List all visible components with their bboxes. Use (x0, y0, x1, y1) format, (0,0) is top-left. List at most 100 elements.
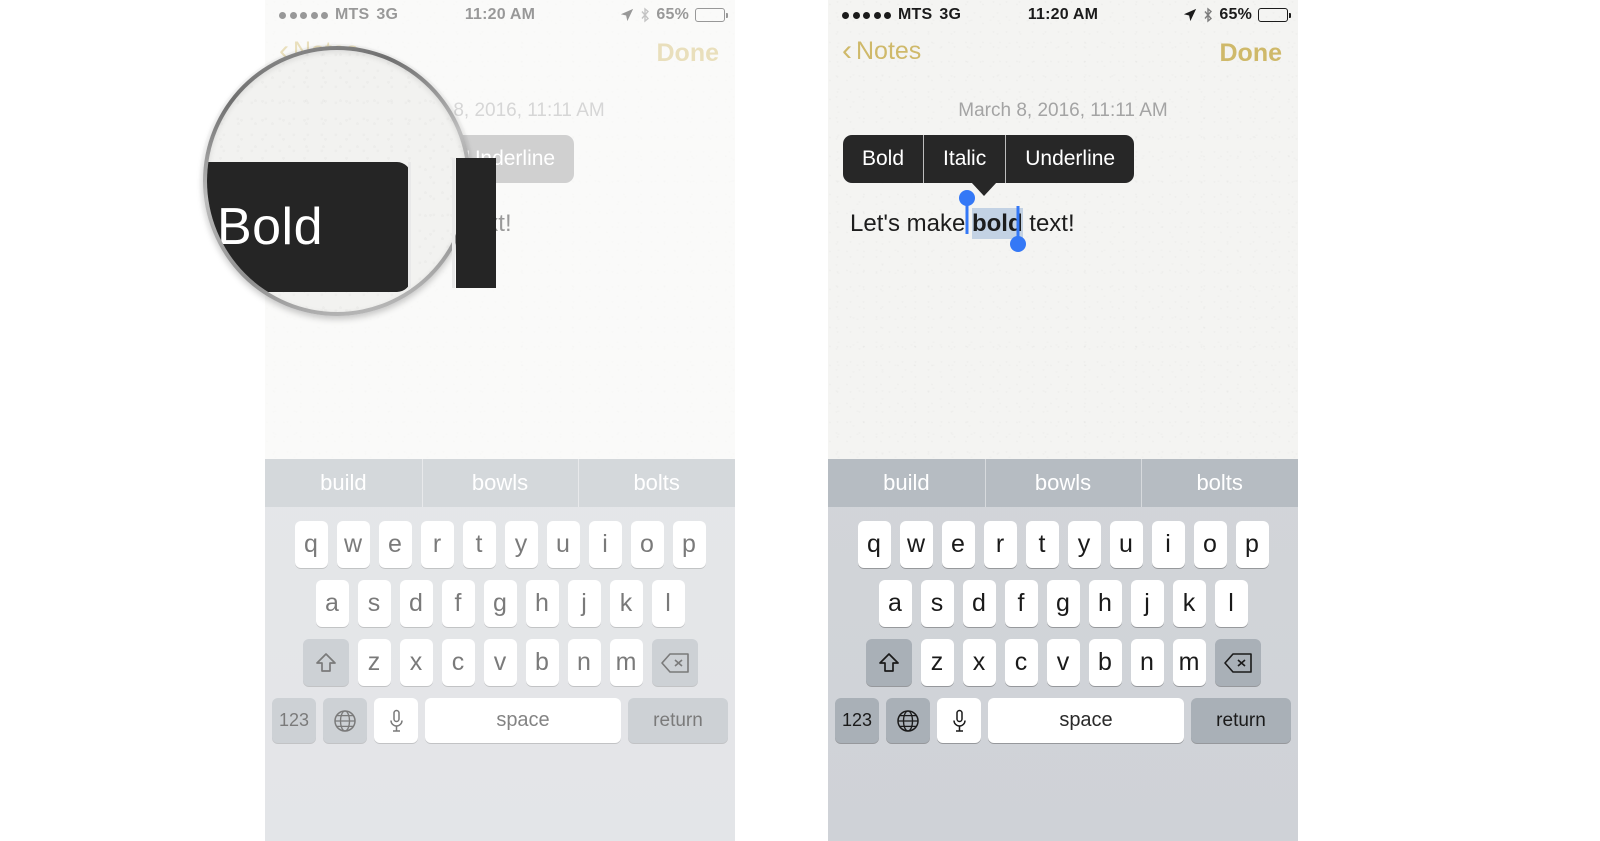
note-body-right[interactable]: Let's make bold text! (850, 208, 1075, 239)
key-row-3: z x c v b n m (828, 639, 1298, 686)
key-i[interactable]: i (1151, 521, 1185, 568)
key-a[interactable]: a (878, 580, 912, 627)
key-g[interactable]: g (1046, 580, 1080, 627)
key-b[interactable]: b (1088, 639, 1122, 686)
done-button[interactable]: Done (657, 39, 720, 68)
key-d-left[interactable]: d (399, 580, 433, 627)
key-l[interactable]: l (1214, 580, 1248, 627)
battery-percent-label: 65% (656, 6, 689, 23)
key-w-left[interactable]: w (336, 521, 370, 568)
key-m-left[interactable]: m (609, 639, 643, 686)
loupe-viewport: Bold (207, 50, 467, 312)
return-key-left[interactable]: return (628, 698, 728, 743)
prediction-2-left[interactable]: bolts (578, 459, 735, 507)
key-l-left[interactable]: l (651, 580, 685, 627)
key-f[interactable]: f (1004, 580, 1038, 627)
key-row-4-left: 123 space return (265, 698, 735, 743)
key-p-left[interactable]: p (672, 521, 706, 568)
key-x[interactable]: x (962, 639, 996, 686)
key-y[interactable]: y (1067, 521, 1101, 568)
key-r-left[interactable]: r (420, 521, 454, 568)
key-i-left[interactable]: i (588, 521, 622, 568)
format-popup-inner-right: Bold Italic Underline (843, 135, 1135, 183)
screenshot-stage: MTS 3G 11:20 AM 65% ‹ Notes (0, 0, 1600, 841)
keyboard-right[interactable]: build bowls bolts q w e r t y u i o p a … (828, 459, 1298, 841)
back-button-label: Notes (856, 37, 922, 65)
key-t-left[interactable]: t (462, 521, 496, 568)
shift-key[interactable] (865, 639, 912, 686)
key-r[interactable]: r (983, 521, 1017, 568)
prediction-0[interactable]: build (828, 459, 985, 507)
menu-item-italic[interactable]: Italic (923, 135, 1005, 183)
menu-item-bold[interactable]: Bold (843, 135, 923, 183)
key-q-left[interactable]: q (294, 521, 328, 568)
key-v[interactable]: v (1046, 639, 1080, 686)
back-to-notes-button[interactable]: ‹ Notes (842, 33, 922, 67)
space-key[interactable]: space (988, 698, 1184, 743)
key-x-left[interactable]: x (399, 639, 433, 686)
key-c-left[interactable]: c (441, 639, 475, 686)
key-m[interactable]: m (1172, 639, 1206, 686)
key-e-left[interactable]: e (378, 521, 412, 568)
done-button[interactable]: Done (1220, 39, 1283, 68)
backspace-key[interactable] (1214, 639, 1261, 686)
microphone-key[interactable] (937, 698, 981, 743)
menu-item-underline[interactable]: Underline (1005, 135, 1134, 183)
key-n[interactable]: n (1130, 639, 1164, 686)
key-j[interactable]: j (1130, 580, 1164, 627)
prediction-2[interactable]: bolts (1141, 459, 1298, 507)
format-popup-right[interactable]: Bold Italic Underline (843, 135, 1135, 196)
key-t[interactable]: t (1025, 521, 1059, 568)
key-g-left[interactable]: g (483, 580, 517, 627)
microphone-icon (389, 709, 403, 732)
space-key-left[interactable]: space (425, 698, 621, 743)
key-n-left[interactable]: n (567, 639, 601, 686)
backspace-key-left[interactable] (651, 639, 698, 686)
shift-arrow-icon (315, 652, 336, 672)
key-b-left[interactable]: b (525, 639, 559, 686)
key-k-left[interactable]: k (609, 580, 643, 627)
globe-key-left[interactable] (323, 698, 367, 743)
globe-key[interactable] (886, 698, 930, 743)
key-v-left[interactable]: v (483, 639, 517, 686)
key-c[interactable]: c (1004, 639, 1038, 686)
key-row-1-left: q w e r t y u i o p (265, 521, 735, 568)
key-w[interactable]: w (899, 521, 933, 568)
numbers-key[interactable]: 123 (835, 698, 879, 743)
key-u[interactable]: u (1109, 521, 1143, 568)
key-u-left[interactable]: u (546, 521, 580, 568)
chevron-left-icon: ‹ (842, 33, 852, 67)
key-o-left[interactable]: o (630, 521, 664, 568)
prediction-1-left[interactable]: bowls (421, 459, 579, 507)
key-e[interactable]: e (941, 521, 975, 568)
bluetooth-icon (641, 7, 650, 23)
key-p[interactable]: p (1235, 521, 1269, 568)
key-k[interactable]: k (1172, 580, 1206, 627)
microphone-icon (952, 709, 966, 732)
prediction-bar-right: build bowls bolts (828, 459, 1298, 507)
return-key[interactable]: return (1191, 698, 1291, 743)
key-h-left[interactable]: h (525, 580, 559, 627)
bluetooth-icon (1204, 7, 1213, 23)
prediction-0-left[interactable]: build (265, 459, 422, 507)
key-f-left[interactable]: f (441, 580, 475, 627)
shift-key-left[interactable] (302, 639, 349, 686)
prediction-1[interactable]: bowls (984, 459, 1142, 507)
key-h[interactable]: h (1088, 580, 1122, 627)
key-o[interactable]: o (1193, 521, 1227, 568)
key-z[interactable]: z (920, 639, 954, 686)
key-d[interactable]: d (962, 580, 996, 627)
numbers-key-left[interactable]: 123 (272, 698, 316, 743)
microphone-key-left[interactable] (374, 698, 418, 743)
key-z-left[interactable]: z (357, 639, 391, 686)
key-q[interactable]: q (857, 521, 891, 568)
status-bar-right-group: 65% (1183, 6, 1292, 24)
key-a-left[interactable]: a (315, 580, 349, 627)
keyboard-left[interactable]: build bowls bolts q w e r t y u i o p a … (265, 459, 735, 841)
key-s-left[interactable]: s (357, 580, 391, 627)
magnified-bold-button[interactable]: Bold (207, 162, 411, 292)
key-y-left[interactable]: y (504, 521, 538, 568)
key-s[interactable]: s (920, 580, 954, 627)
globe-icon (897, 709, 919, 732)
key-j-left[interactable]: j (567, 580, 601, 627)
